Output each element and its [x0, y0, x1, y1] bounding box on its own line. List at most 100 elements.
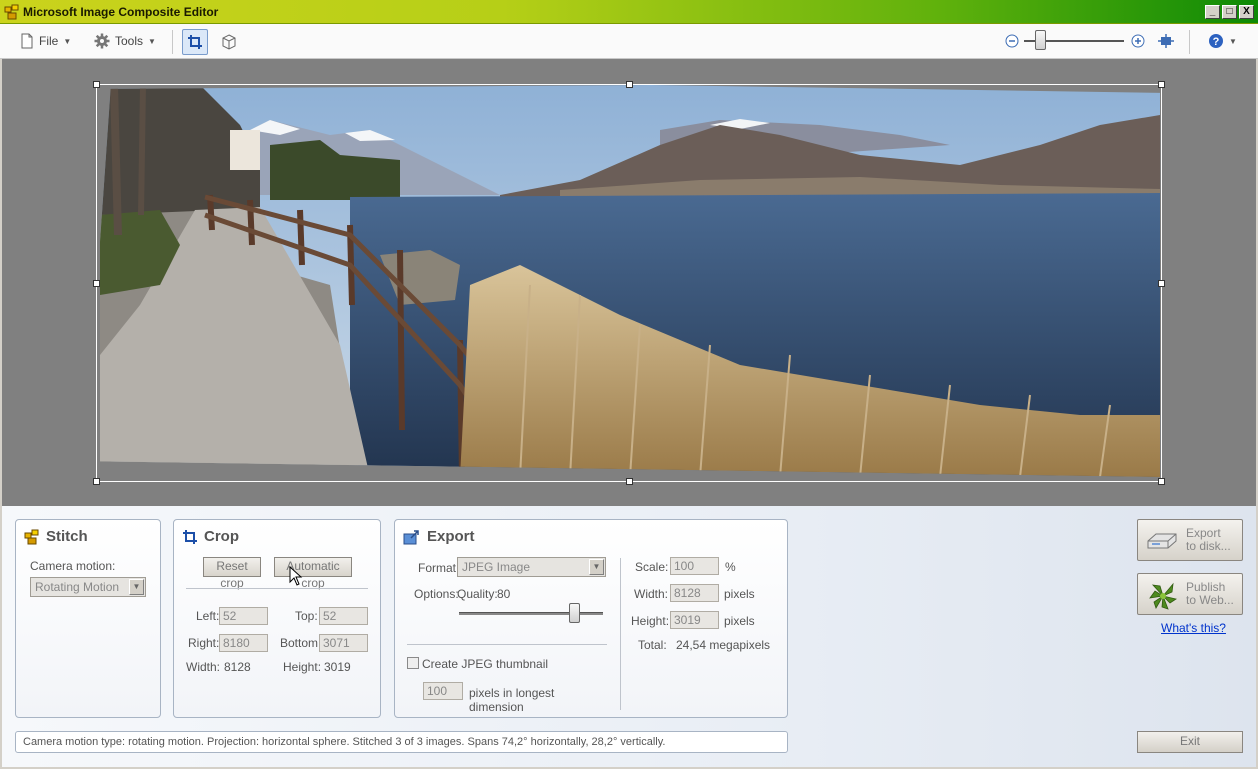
crop-handle-left[interactable]: [93, 280, 100, 287]
left-label: Left:: [196, 609, 220, 623]
format-value: JPEG Image: [462, 560, 531, 574]
width-label: Width:: [186, 660, 221, 674]
crop-handle-bottom[interactable]: [626, 478, 633, 485]
crop-rectangle[interactable]: [96, 84, 1162, 482]
disk-drive-icon: [1147, 533, 1177, 549]
chevron-down-icon: ▼: [129, 579, 144, 595]
toolbar-divider: [1189, 30, 1190, 54]
close-button[interactable]: X: [1239, 5, 1254, 19]
bottom-field[interactable]: 3071: [319, 634, 368, 652]
zoom-in-icon[interactable]: [1131, 34, 1145, 48]
file-menu-label: File: [39, 34, 59, 48]
create-thumbnail-checkbox[interactable]: [407, 657, 419, 669]
fit-to-window-icon[interactable]: [1157, 33, 1175, 49]
projection-tool-button[interactable]: [216, 29, 242, 55]
stitch-icon: [24, 529, 39, 544]
help-menu[interactable]: ? ▼: [1208, 30, 1237, 52]
divider: [186, 588, 368, 589]
top-field[interactable]: 52: [319, 607, 368, 625]
app-icon: [4, 4, 19, 19]
zoom-slider-thumb[interactable]: [1035, 30, 1046, 50]
thumbnail-size-field[interactable]: 100: [423, 682, 463, 700]
scale-unit: %: [725, 560, 736, 574]
create-thumbnail-label: Create JPEG thumbnail: [422, 657, 549, 671]
divider: [620, 558, 621, 710]
quality-slider-track[interactable]: [459, 612, 603, 615]
minimize-button[interactable]: _: [1205, 5, 1220, 19]
top-label: Top:: [295, 609, 318, 623]
export-width-label: Width:: [634, 587, 669, 601]
left-field[interactable]: 52: [219, 607, 268, 625]
export-panel: Export Format: JPEG Image ▼ Options: Qua…: [394, 519, 788, 718]
exit-button[interactable]: Exit: [1137, 731, 1243, 753]
right-field[interactable]: 8180: [219, 634, 268, 652]
options-label: Options:: [414, 587, 459, 601]
bottom-label: Bottom:: [280, 636, 322, 650]
toolbar-divider: [172, 30, 173, 54]
crop-title: Crop: [204, 528, 239, 545]
chevron-down-icon: ▼: [589, 559, 604, 575]
format-label: Format:: [418, 561, 460, 575]
toolbar: File ▼ Tools ▼ ? ▼: [0, 24, 1258, 59]
export-disk-label-2: to disk...: [1186, 539, 1231, 553]
tools-menu-label: Tools: [115, 34, 144, 48]
maximize-button[interactable]: □: [1222, 5, 1237, 19]
title-bar: Microsoft Image Composite Editor _ □ X: [0, 0, 1258, 24]
total-value: 24,54 megapixels: [676, 638, 771, 652]
publish-to-web-button[interactable]: Publish to Web...: [1137, 573, 1243, 615]
export-title: Export: [427, 528, 475, 545]
crop-handle-bottom-right[interactable]: [1158, 478, 1165, 485]
cube-icon: [222, 34, 236, 50]
camera-motion-label: Camera motion:: [30, 559, 116, 573]
crop-icon: [188, 35, 202, 49]
crop-tool-button[interactable]: [182, 29, 208, 55]
quality-slider-thumb[interactable]: [569, 603, 581, 623]
export-height-field[interactable]: 3019: [670, 611, 719, 629]
zoom-out-icon[interactable]: [1005, 34, 1019, 48]
crop-handle-bottom-left[interactable]: [93, 478, 100, 485]
quality-value: 80: [497, 587, 511, 601]
file-menu[interactable]: File ▼: [20, 30, 71, 52]
thumbnail-unit-label-2: dimension: [469, 700, 524, 714]
crop-handle-top[interactable]: [626, 81, 633, 88]
export-to-disk-button[interactable]: Export to disk...: [1137, 519, 1243, 561]
export-width-field[interactable]: 8128: [670, 584, 719, 602]
leaf-icon: [1149, 582, 1177, 610]
chevron-down-icon: ▼: [1229, 36, 1237, 46]
crop-handle-right[interactable]: [1158, 280, 1165, 287]
image-canvas[interactable]: [2, 59, 1256, 506]
document-icon: [21, 33, 33, 49]
whats-this-link[interactable]: What's this?: [1161, 621, 1226, 635]
width-value: 8128: [224, 660, 251, 674]
format-select[interactable]: JPEG Image ▼: [457, 557, 606, 577]
export-height-unit: pixels: [724, 614, 755, 628]
publish-label-2: to Web...: [1186, 593, 1234, 607]
help-icon: ?: [1209, 34, 1223, 48]
status-bar: Camera motion type: rotating motion. Pro…: [15, 731, 788, 753]
control-area: Stitch Camera motion: Rotating Motion ▼ …: [2, 506, 1256, 767]
stitch-panel: Stitch Camera motion: Rotating Motion ▼: [15, 519, 161, 718]
chevron-down-icon: ▼: [148, 36, 156, 46]
height-label: Height:: [283, 660, 322, 674]
divider: [407, 644, 607, 645]
quality-label: Quality:: [457, 587, 498, 601]
stitch-header: Stitch: [24, 528, 88, 545]
export-height-label: Height:: [631, 614, 670, 628]
scale-field[interactable]: 100: [670, 557, 719, 575]
height-value: 3019: [324, 660, 351, 674]
total-label: Total:: [638, 638, 667, 652]
window-title: Microsoft Image Composite Editor: [23, 4, 219, 19]
reset-crop-button[interactable]: Reset crop: [203, 557, 261, 590]
tools-menu[interactable]: Tools ▼: [94, 30, 156, 52]
automatic-crop-button[interactable]: Automatic crop: [274, 557, 352, 590]
camera-motion-value: Rotating Motion: [35, 580, 120, 594]
camera-motion-select[interactable]: Rotating Motion ▼: [30, 577, 146, 597]
crop-handle-top-left[interactable]: [93, 81, 100, 88]
export-icon: [403, 529, 419, 544]
chevron-down-icon: ▼: [63, 36, 72, 46]
crop-panel: Crop Reset crop Automatic crop Left: 52 …: [173, 519, 381, 718]
mouse-cursor-icon: [289, 566, 303, 586]
export-width-unit: pixels: [724, 587, 755, 601]
crop-handle-top-right[interactable]: [1158, 81, 1165, 88]
right-label: Right:: [188, 636, 220, 650]
